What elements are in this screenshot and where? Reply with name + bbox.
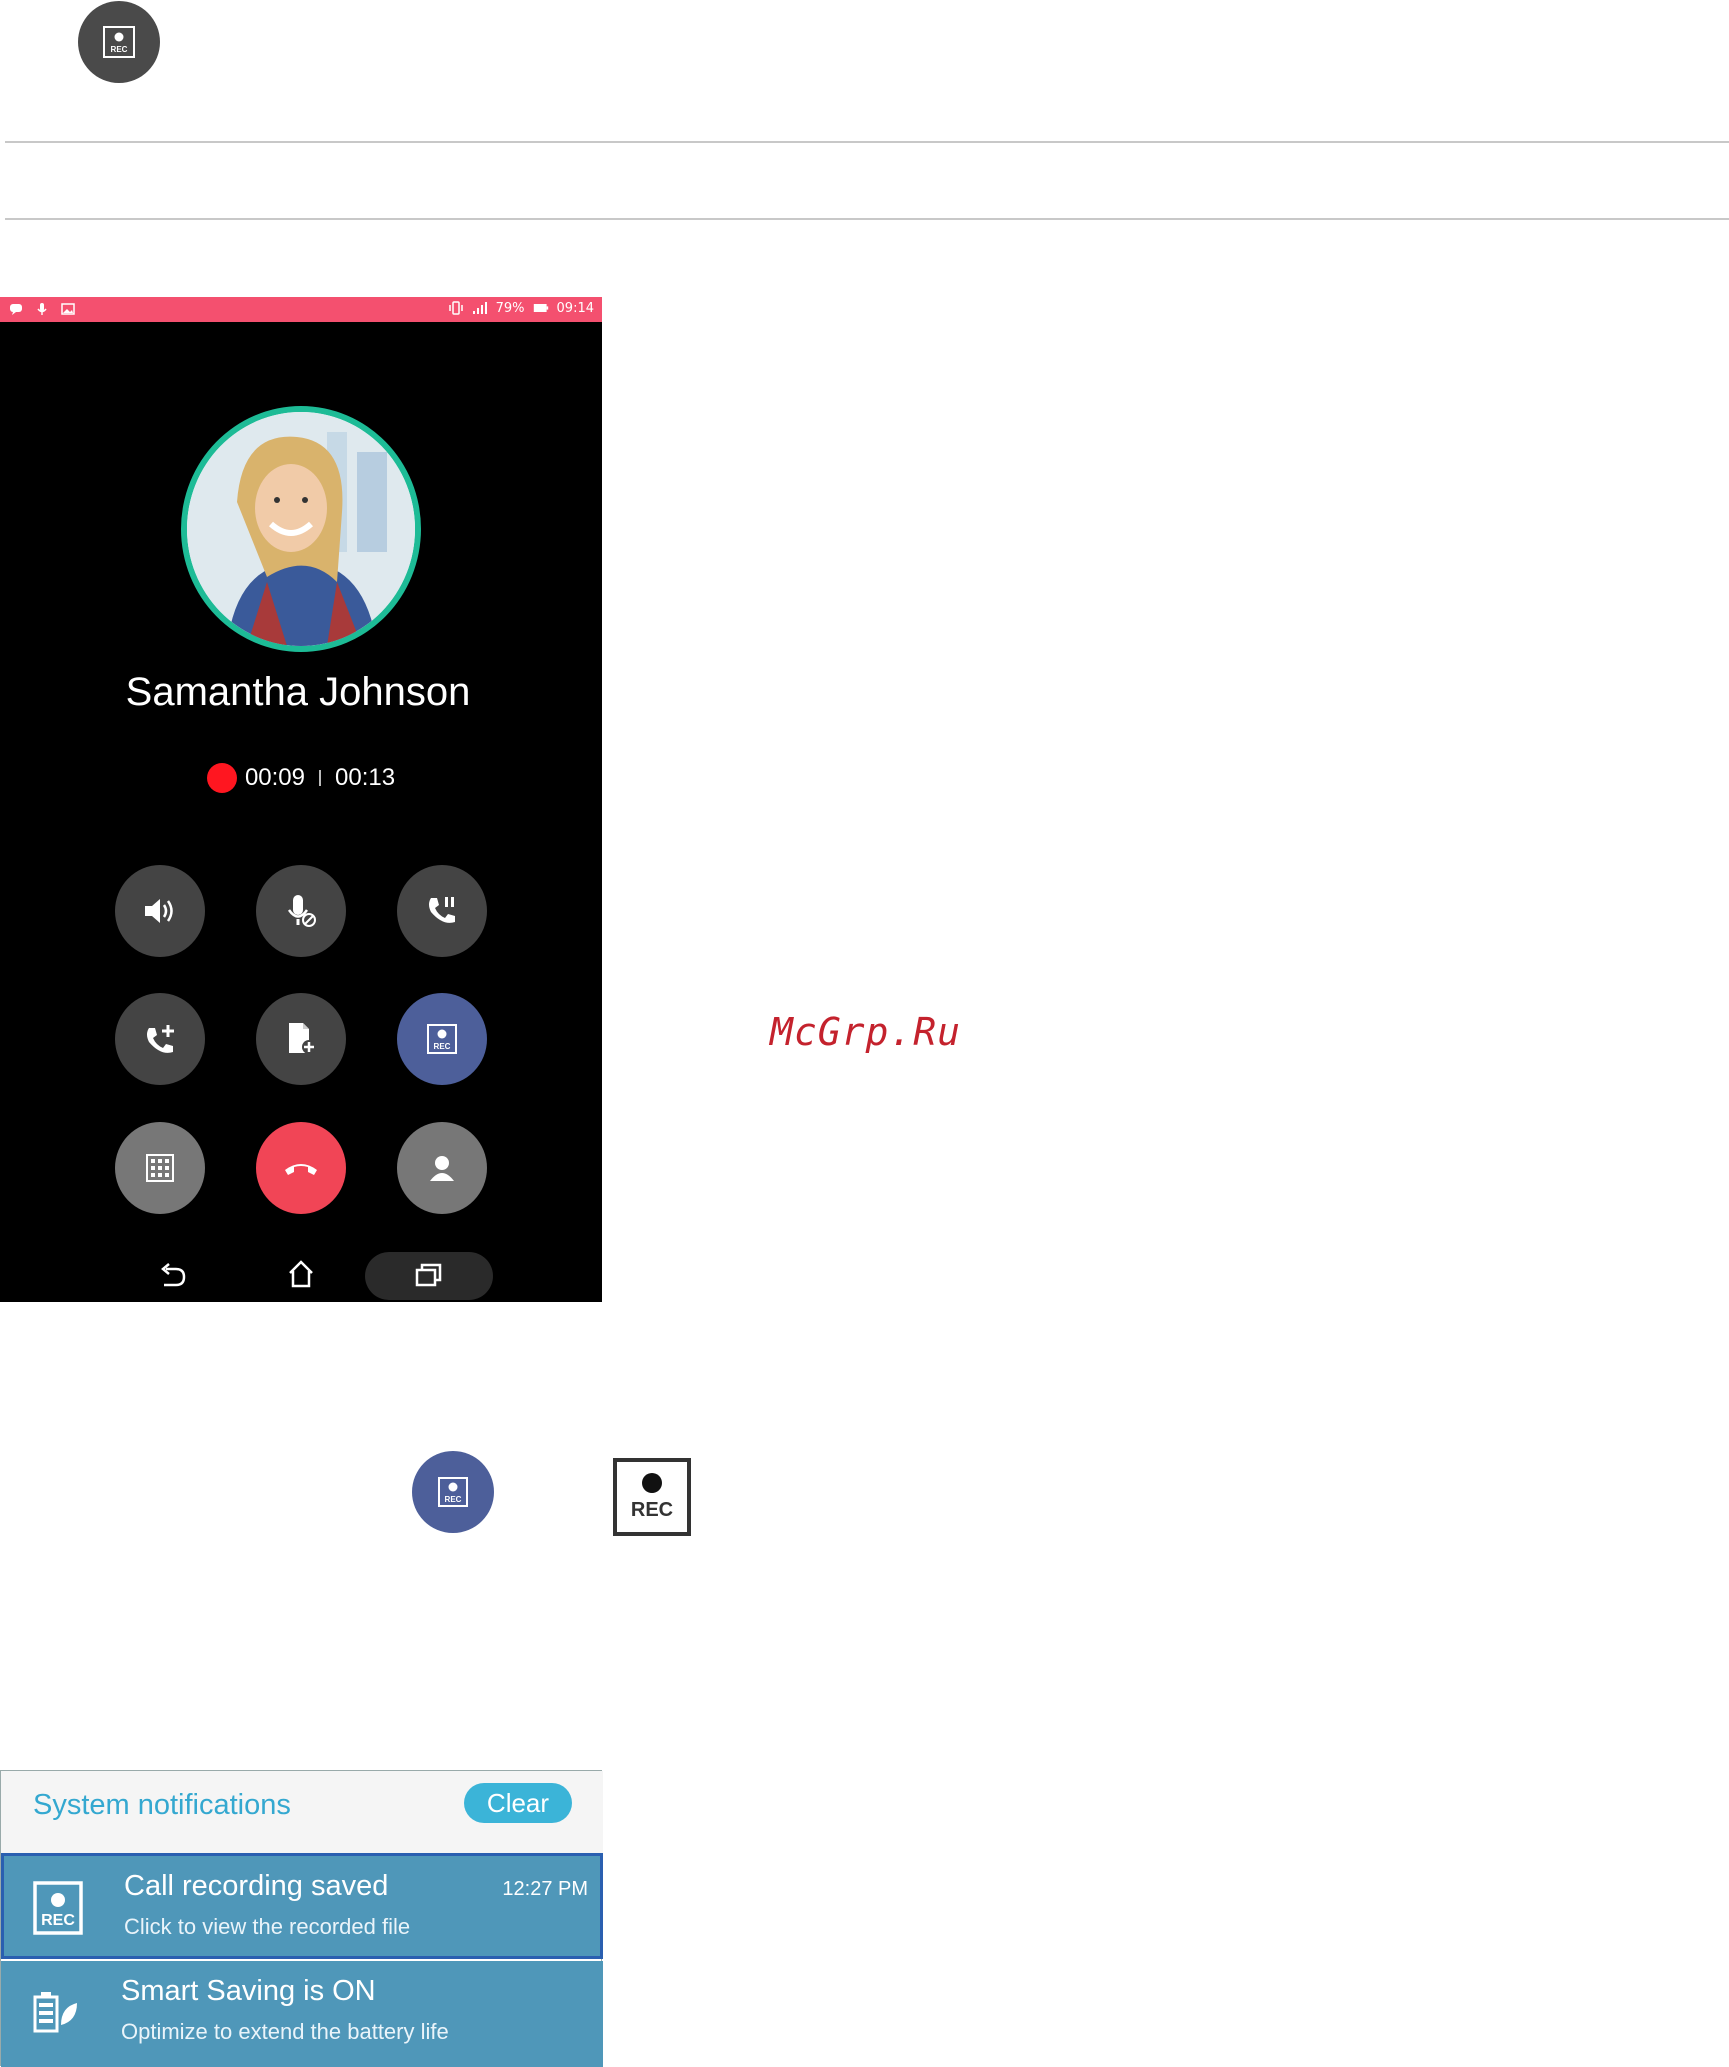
contacts-button[interactable]: [397, 1122, 487, 1214]
back-button[interactable]: [156, 1261, 188, 1295]
recents-button[interactable]: [413, 1261, 443, 1293]
call-screen: 79% 09:14 Samantha Johnson 00:09 00:13 R…: [0, 297, 602, 1302]
contact-icon: [430, 1156, 454, 1181]
svg-text:REC: REC: [41, 1912, 75, 1929]
end-call-button[interactable]: [256, 1122, 346, 1214]
record-icon: REC: [438, 1477, 468, 1507]
clear-button[interactable]: Clear: [464, 1783, 572, 1823]
add-call-icon: [147, 1025, 174, 1053]
svg-text:REC: REC: [434, 1042, 451, 1051]
back-icon: [161, 1263, 186, 1287]
contact-avatar: [181, 406, 421, 652]
watermark: McGrp.Ru: [770, 1010, 962, 1054]
rec-notification-icon: REC: [32, 1880, 84, 1936]
speaker-icon: [145, 899, 173, 923]
home-button[interactable]: [286, 1259, 316, 1293]
battery-icon: [533, 300, 549, 316]
notification-panel: System notifications Clear REC Call reco…: [0, 1770, 603, 2067]
rec-dot-icon: [642, 1472, 662, 1493]
add-memo-button[interactable]: [256, 993, 346, 1085]
record-duration: 00:09: [244, 764, 305, 791]
divider: [5, 218, 1729, 220]
image-icon: [60, 301, 76, 317]
divider: [5, 141, 1729, 143]
status-clock: 09:14: [556, 300, 594, 316]
hold-call-icon: [429, 897, 455, 923]
svg-text:REC: REC: [111, 45, 128, 54]
record-button-example[interactable]: REC: [412, 1451, 494, 1533]
mute-button[interactable]: [256, 865, 346, 957]
home-icon: [289, 1260, 313, 1288]
svg-text:REC: REC: [445, 1495, 462, 1504]
battery-percent: 79%: [495, 300, 525, 316]
notification-time: 12:27 PM: [502, 1878, 588, 1900]
call-duration: 00:13: [335, 764, 396, 791]
record-button[interactable]: REC: [397, 993, 487, 1085]
notification-call-recording[interactable]: REC Call recording saved Click to view t…: [1, 1853, 603, 1959]
notification-subtitle: Optimize to extend the battery life: [121, 2019, 449, 2044]
record-icon: REC: [103, 26, 135, 58]
notification-header: System notifications Clear: [1, 1771, 603, 1853]
keypad-button[interactable]: [115, 1122, 205, 1214]
mic-icon: [34, 301, 50, 317]
record-icon: REC: [427, 1024, 457, 1054]
record-call-button-top[interactable]: REC: [78, 1, 160, 83]
message-icon: [8, 301, 24, 317]
signal-icon: [472, 300, 488, 316]
recording-indicator-icon: [206, 763, 237, 793]
hold-button[interactable]: [397, 865, 487, 957]
mute-mic-icon: [287, 895, 316, 927]
recents-icon: [415, 1263, 442, 1287]
notification-title: Smart Saving is ON: [121, 1975, 376, 2007]
add-call-button[interactable]: [115, 993, 205, 1085]
add-memo-icon: [289, 1023, 316, 1054]
contact-name: Samantha Johnson: [125, 670, 471, 714]
battery-leaf-icon: [29, 1985, 81, 2041]
notification-smart-saving[interactable]: Smart Saving is ON Optimize to extend th…: [1, 1961, 603, 2067]
person-photo-icon: [187, 412, 415, 646]
call-timer: 00:09 00:13: [0, 763, 602, 793]
timer-separator: [319, 770, 321, 786]
end-call-icon: [285, 1164, 317, 1175]
speaker-button[interactable]: [115, 865, 205, 957]
keypad-icon: [146, 1154, 174, 1182]
notification-header-title: System notifications: [33, 1789, 291, 1821]
rec-label: REC: [630, 1498, 674, 1521]
recording-status-icon: REC: [613, 1458, 691, 1536]
notification-title: Call recording saved: [124, 1870, 389, 1902]
status-bar: 79% 09:14: [0, 297, 602, 322]
vibrate-icon: [448, 300, 464, 316]
notification-subtitle: Click to view the recorded file: [124, 1914, 411, 1939]
